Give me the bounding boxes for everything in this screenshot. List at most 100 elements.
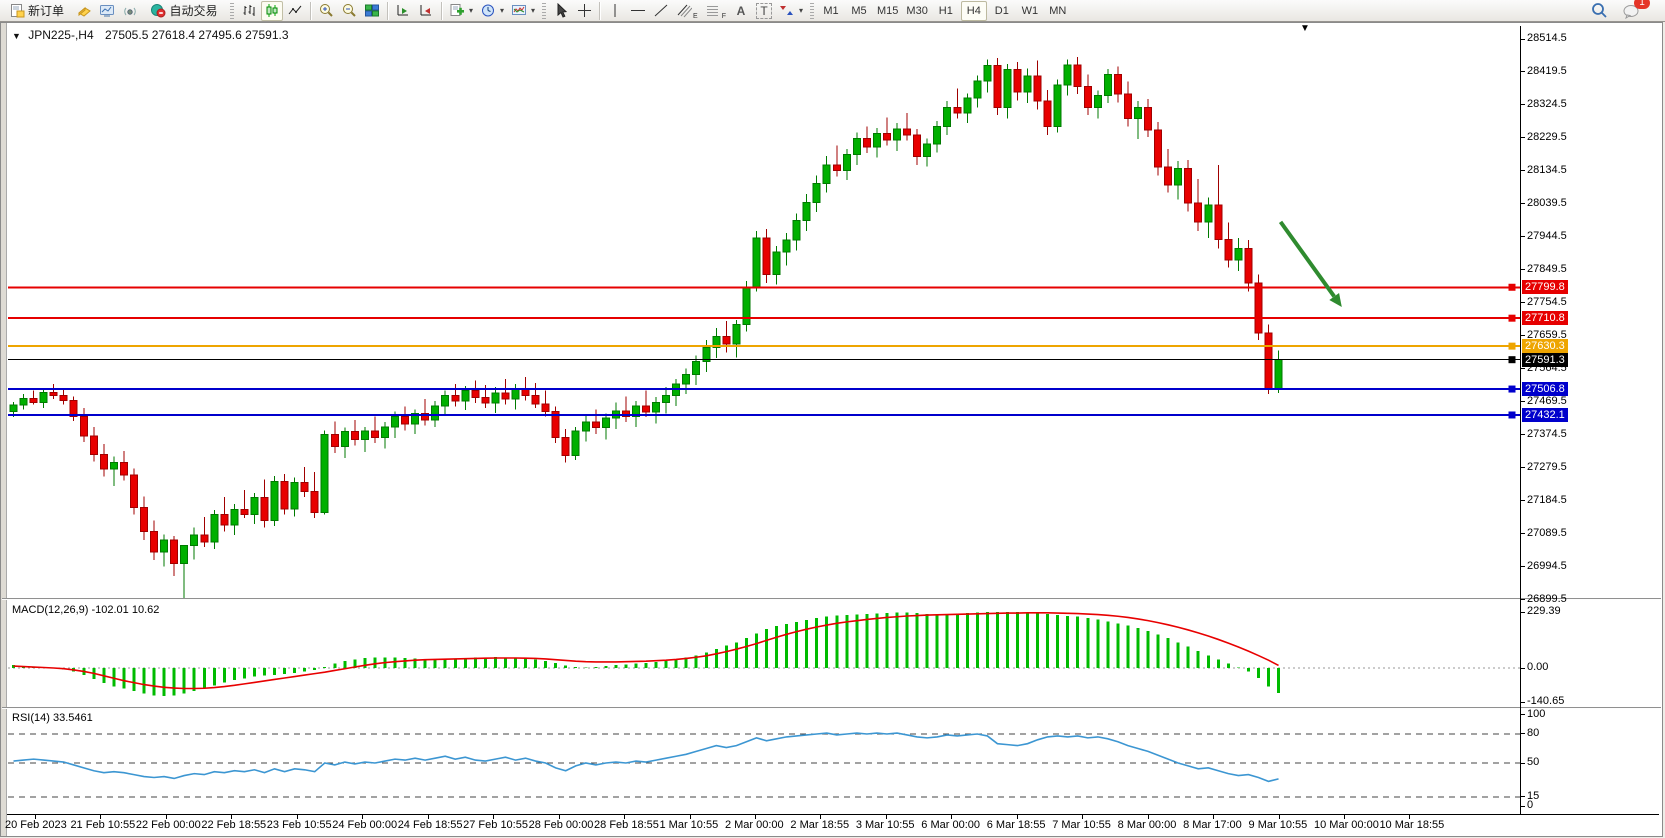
price-tick xyxy=(1521,566,1525,567)
price-tick xyxy=(1521,236,1525,237)
price-level-badge: 27591.3 xyxy=(1522,353,1568,367)
timeframe-button-h4[interactable]: H4 xyxy=(961,1,987,21)
periods-button[interactable]: ▾ xyxy=(477,1,507,21)
timeframe-button-m15[interactable]: M15 xyxy=(874,1,901,21)
timeframe-button-mn[interactable]: MN xyxy=(1045,1,1071,21)
new-order-label: 新订单 xyxy=(28,2,64,19)
clock-icon xyxy=(480,3,496,18)
toolbar-separator xyxy=(387,2,388,20)
price-chart-canvas[interactable] xyxy=(8,26,1520,598)
search-icon xyxy=(1590,2,1608,19)
zoom-out-button[interactable] xyxy=(338,1,360,21)
price-level-badge: 27506.8 xyxy=(1522,382,1568,396)
rsi-panel-canvas[interactable] xyxy=(8,709,1520,812)
time-tick-label: 27 Feb 10:55 xyxy=(463,819,528,831)
indicators-button[interactable]: ▾ xyxy=(508,1,538,21)
price-tick xyxy=(1521,599,1525,600)
price-tick xyxy=(1521,335,1525,336)
text-label-tool-button[interactable]: T xyxy=(753,1,775,21)
macd-tick xyxy=(1521,702,1525,703)
time-tick-label: 9 Mar 10:55 xyxy=(1249,819,1308,831)
tile-windows-button[interactable] xyxy=(361,1,383,21)
toolbar-separator xyxy=(310,2,311,20)
notification-badge: 1 xyxy=(1634,0,1650,9)
new-chart-icon xyxy=(449,3,465,18)
fibonacci-button[interactable]: E xyxy=(673,1,701,21)
vertical-line-button[interactable] xyxy=(604,1,626,21)
toolbar-right-group: 1 xyxy=(1587,1,1663,21)
rsi-label: RSI(14) 33.5461 xyxy=(12,712,93,724)
trendline-button[interactable] xyxy=(650,1,672,21)
autotrading-button[interactable]: 自动交易 xyxy=(142,1,226,21)
price-tick-label: 27754.5 xyxy=(1527,296,1567,308)
candlestick-chart-icon xyxy=(264,3,280,18)
crosshair-button[interactable] xyxy=(573,1,595,21)
time-tick-label: 21 Feb 10:55 xyxy=(70,819,135,831)
rsi-tick xyxy=(1521,806,1525,807)
timeframe-button-m30[interactable]: M30 xyxy=(903,1,930,21)
price-tick-label: 27089.5 xyxy=(1527,527,1567,539)
chevron-down-icon: ▾ xyxy=(531,6,535,15)
timeframe-button-w1[interactable]: W1 xyxy=(1017,1,1043,21)
price-level-badge: 27432.1 xyxy=(1522,408,1568,422)
price-tick-label: 28419.5 xyxy=(1527,65,1567,77)
price-axis-line xyxy=(1520,26,1521,814)
chart-shift-icon xyxy=(418,3,434,18)
price-tick xyxy=(1521,137,1525,138)
time-tick-label: 7 Mar 10:55 xyxy=(1052,819,1111,831)
candlestick-chart-button[interactable] xyxy=(261,1,283,21)
time-tick-label: 24 Feb 18:55 xyxy=(398,819,463,831)
bar-chart-button[interactable] xyxy=(238,1,260,21)
timeframe-button-d1[interactable]: D1 xyxy=(989,1,1015,21)
price-tick-label: 28039.5 xyxy=(1527,197,1567,209)
price-tick xyxy=(1521,368,1525,369)
time-tick-label: 23 Feb 10:55 xyxy=(267,819,332,831)
market-watch-button[interactable] xyxy=(96,1,118,21)
price-tick-label: 26899.5 xyxy=(1527,593,1567,605)
vertical-line-icon xyxy=(609,3,621,18)
indicators-icon xyxy=(511,3,527,18)
price-level-badge: 27630.3 xyxy=(1522,339,1568,353)
macd-panel-canvas[interactable] xyxy=(8,600,1520,706)
new-order-button[interactable]: 新订单 xyxy=(2,1,72,21)
zoom-out-icon xyxy=(341,3,357,18)
toolbar-grip xyxy=(230,3,234,19)
text-tool-button[interactable]: A xyxy=(730,1,752,21)
timeframe-button-h1[interactable]: H1 xyxy=(933,1,959,21)
macd-tick-label: -140.65 xyxy=(1527,695,1564,707)
grid-tool-button[interactable]: F xyxy=(702,1,729,21)
price-tick xyxy=(1521,533,1525,534)
price-tick xyxy=(1521,500,1525,501)
line-chart-icon xyxy=(287,3,303,18)
notifications-button[interactable]: 1 xyxy=(1619,1,1643,21)
chart-dropdown-arrow-icon[interactable]: ▼ xyxy=(1300,23,1310,34)
time-tick-label: 6 Mar 00:00 xyxy=(921,819,980,831)
macd-tick xyxy=(1521,612,1525,613)
signals-button[interactable] xyxy=(119,1,141,21)
chart-title: ▼ JPN225-,H4 27505.5 27618.4 27495.6 275… xyxy=(12,28,289,42)
new-chart-button[interactable]: ▾ xyxy=(446,1,476,21)
price-tick xyxy=(1521,170,1525,171)
metaeditor-button[interactable] xyxy=(73,1,95,21)
time-tick-label: 8 Mar 00:00 xyxy=(1118,819,1177,831)
timeframe-button-m5[interactable]: M5 xyxy=(846,1,872,21)
toolbar-separator xyxy=(599,2,600,20)
tile-windows-icon xyxy=(364,3,380,18)
arrows-tool-button[interactable]: ▾ xyxy=(776,1,806,21)
price-tick-label: 27279.5 xyxy=(1527,461,1567,473)
zoom-in-button[interactable] xyxy=(315,1,337,21)
horizontal-line-icon xyxy=(630,3,646,18)
signal-icon xyxy=(122,4,138,18)
timeframe-button-m1[interactable]: M1 xyxy=(818,1,844,21)
collapse-triangle-icon[interactable]: ▼ xyxy=(12,31,21,41)
toolbar-grip xyxy=(542,3,546,19)
search-button[interactable] xyxy=(1587,1,1611,21)
line-chart-button[interactable] xyxy=(284,1,306,21)
horizontal-line-button[interactable] xyxy=(627,1,649,21)
chart-shift-button[interactable] xyxy=(415,1,437,21)
auto-scroll-button[interactable] xyxy=(392,1,414,21)
chevron-down-icon: ▾ xyxy=(469,6,473,15)
cursor-button[interactable] xyxy=(550,1,572,21)
chart-left-edge xyxy=(1,23,7,836)
arrows-icon xyxy=(779,3,795,18)
